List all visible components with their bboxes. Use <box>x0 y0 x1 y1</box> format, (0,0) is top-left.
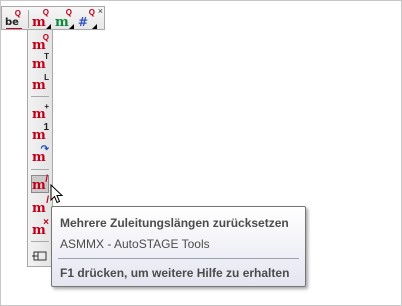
mouse-pointer-icon <box>50 184 64 204</box>
tooltip-divider <box>58 258 299 259</box>
be-q-icon: be Q <box>5 9 22 29</box>
tooltip: Mehrere Zuleitungslängen zurücksetzen AS… <box>51 206 306 287</box>
m-rotate-button[interactable]: m ↷ <box>31 145 49 165</box>
m-cross-button[interactable]: m × <box>31 218 49 238</box>
m-t-button[interactable]: mT <box>31 53 49 72</box>
m-plus-button[interactable]: m + <box>31 103 49 122</box>
top-toolbar: be Q mQ mQ # Q × <box>1 6 105 30</box>
tooltip-title: Mehrere Zuleitungslängen zurücksetzen <box>60 216 289 230</box>
m-q-green-icon: mQ <box>55 8 74 30</box>
m-1-button[interactable]: m1 <box>31 123 49 143</box>
m-draw-button[interactable]: m / <box>31 196 49 216</box>
tooltip-description: ASMMX - AutoSTAGE Tools <box>60 237 210 251</box>
m-q-button[interactable]: mQ <box>31 34 49 53</box>
hash-q-icon: # Q <box>78 8 97 29</box>
m-q-icon: mQ <box>32 8 51 30</box>
dock-icon <box>32 251 47 261</box>
reset-lengths-button[interactable]: m / <box>31 175 49 193</box>
vertical-toolbar: mQ mT mL m + m1 m ↷ m / m / m × <box>27 29 53 267</box>
close-icon[interactable]: × <box>98 6 103 16</box>
hash-q-button[interactable]: # Q <box>77 9 97 29</box>
m-l-button[interactable]: mL <box>31 74 49 93</box>
be-q-button[interactable]: be Q <box>4 9 24 29</box>
dock-button[interactable] <box>31 247 49 265</box>
m-q-button[interactable]: mQ <box>31 9 51 29</box>
tooltip-help: F1 drücken, um weitere Hilfe zu erhalten <box>60 266 290 280</box>
m-q-green-button[interactable]: mQ <box>54 9 74 29</box>
